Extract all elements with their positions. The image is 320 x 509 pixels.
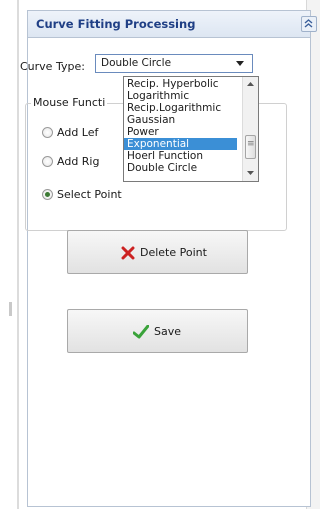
splitter[interactable] (17, 0, 19, 509)
green-check-icon (133, 325, 149, 339)
save-button[interactable]: Save (67, 309, 248, 353)
radio-add-left-label: Add Lef (57, 126, 99, 139)
radio-select-point-indicator[interactable] (42, 189, 53, 200)
dropdown-option[interactable]: Logarithmic (124, 90, 237, 102)
radio-add-right-indicator[interactable] (42, 156, 53, 167)
delete-point-button[interactable]: Delete Point (67, 230, 248, 274)
chevron-down-icon (236, 61, 244, 66)
dropdown-option[interactable]: Recip. Hyperbolic (124, 78, 237, 90)
splitter-grip[interactable] (9, 302, 12, 316)
scroll-up-arrow-icon[interactable] (247, 82, 254, 86)
radio-add-right-label: Add Rig (57, 155, 100, 168)
double-chevron-up-icon (304, 19, 313, 28)
dropdown-scrollbar[interactable] (242, 77, 258, 181)
panel-title: Curve Fitting Processing (36, 17, 196, 31)
radio-select-point-label: Select Point (57, 188, 122, 201)
delete-point-label: Delete Point (140, 246, 207, 259)
red-x-icon (121, 246, 135, 260)
mouse-function-legend: Mouse Functi (31, 96, 108, 109)
curve-type-value: Double Circle (101, 57, 172, 69)
curve-type-label: Curve Type: (20, 60, 85, 73)
dropdown-scroll-thumb[interactable] (245, 135, 256, 159)
scroll-down-arrow-icon[interactable] (247, 171, 254, 175)
curve-type-dropdown-list[interactable]: Recip. Hyperbolic Logarithmic Recip.Loga… (123, 76, 259, 182)
radio-add-left-indicator[interactable] (42, 127, 53, 138)
dropdown-option[interactable]: Gaussian (124, 114, 237, 126)
dropdown-option[interactable]: Recip.Logarithmic (124, 102, 237, 114)
dropdown-option-highlighted[interactable]: Exponential (124, 138, 237, 150)
dropdown-option[interactable]: Hoerl Function (124, 150, 237, 162)
left-pane-edge (0, 0, 18, 509)
curve-type-select[interactable]: Double Circle (95, 54, 253, 73)
save-label: Save (154, 325, 182, 338)
dropdown-option[interactable]: Double Circle (124, 162, 237, 174)
panel-header: Curve Fitting Processing (28, 11, 317, 38)
collapse-button[interactable] (301, 16, 317, 32)
dropdown-option[interactable]: Power (124, 126, 237, 138)
